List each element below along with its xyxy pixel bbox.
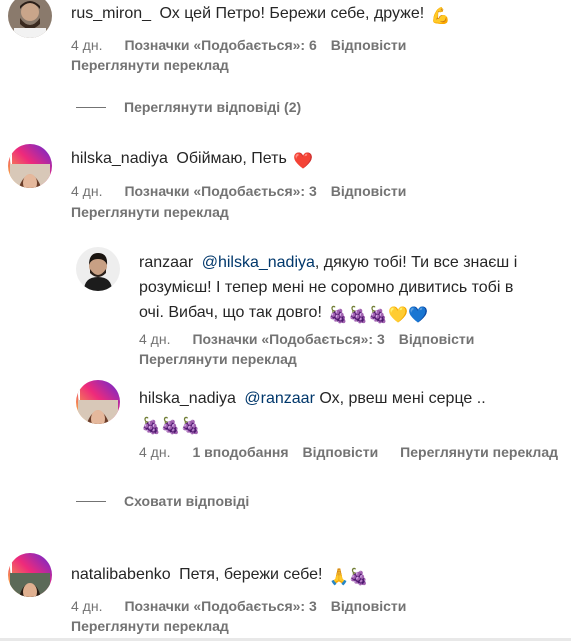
reply-button[interactable]: Відповісти (331, 597, 407, 615)
see-translation-button[interactable]: Переглянути переклад (139, 350, 297, 368)
likes-count[interactable]: Позначки «Подобається»: 3 (192, 330, 384, 348)
reply-button[interactable]: Відповісти (303, 443, 379, 461)
reply-body: Ох, рвеш мені серце .. (319, 390, 486, 407)
reply-button[interactable]: Відповісти (331, 182, 407, 200)
thread-line (76, 106, 106, 108)
view-replies-label: Переглянути відповіді (2) (124, 99, 302, 115)
reply-body-line3: очі. Вибач, що так довго! (139, 304, 322, 321)
woman-avatar-icon[interactable] (76, 380, 120, 424)
reply-text: ranzaar @hilska_nadiya, дякую тобі! Ти в… (139, 250, 559, 328)
reply-username[interactable]: hilska_nadiya (139, 390, 236, 407)
bearded-man-avatar-icon[interactable] (8, 0, 52, 38)
comment-time[interactable]: 4 дн. (71, 36, 102, 54)
reply-body-line2: розумієш! І тепер мені не соромно дивити… (139, 279, 514, 296)
comment-username[interactable]: natalibabenko (71, 566, 171, 583)
reply-time[interactable]: 4 дн. (139, 443, 170, 461)
comment-text: natalibabenko Петя, бережи себе! 🙏🍇 (71, 562, 369, 590)
comment-meta: 4 дн. Позначки «Подобається»: 3 Відповіс… (71, 182, 428, 200)
comment-time[interactable]: 4 дн. (71, 182, 102, 200)
grapes-emoji-icon: 🍇🍇🍇 (141, 418, 201, 435)
hide-replies-button[interactable]: Сховати відповіді (76, 493, 249, 509)
reply-text: hilska_nadiya @ranzaar Ох, рвеш мені сер… (139, 386, 539, 439)
mention-link[interactable]: @ranzaar (244, 390, 315, 407)
praying-hands-icon: 🙏🍇 (328, 569, 369, 586)
comment-meta: 4 дн. Позначки «Подобається»: 6 Відповіс… (71, 36, 428, 54)
likes-count[interactable]: Позначки «Подобається»: 3 (124, 597, 316, 615)
comment-body: Ох цей Петро! Бережи себе, друже! (159, 5, 425, 22)
man-dark-hair-avatar-icon[interactable] (76, 247, 120, 291)
likes-count[interactable]: 1 вподобання (192, 443, 288, 461)
comment-body: Обіймаю, Петь (176, 150, 287, 167)
heart-icon: ❤️ (293, 153, 314, 170)
reply-body-line1: , дякую тобі! Ти все знаєш і (314, 254, 518, 271)
reply-button[interactable]: Відповісти (331, 36, 407, 54)
see-translation-button[interactable]: Переглянути переклад (71, 56, 229, 74)
comment-body: Петя, бережи себе! (179, 566, 323, 583)
comment-text: rus_miron_ Ох цей Петро! Бережи себе, др… (71, 1, 451, 29)
see-translation-button[interactable]: Переглянути переклад (400, 443, 558, 461)
woman-dark-hair-avatar-icon[interactable] (8, 553, 52, 597)
likes-count[interactable]: Позначки «Подобається»: 3 (124, 182, 316, 200)
comment-username[interactable]: hilska_nadiya (71, 150, 168, 167)
reply-time[interactable]: 4 дн. (139, 330, 170, 348)
see-translation-button[interactable]: Переглянути переклад (71, 617, 229, 635)
mention-link[interactable]: @hilska_nadiya (202, 254, 315, 271)
comment-meta: 4 дн. Позначки «Подобається»: 3 Відповіс… (71, 597, 428, 615)
woman-avatar-icon[interactable] (8, 144, 52, 188)
comment-time[interactable]: 4 дн. (71, 597, 102, 615)
thread-line (76, 500, 106, 502)
hide-replies-label: Сховати відповіді (124, 493, 250, 509)
reply-button[interactable]: Відповісти (399, 330, 475, 348)
reply-meta: 4 дн. Позначки «Подобається»: 3 Відповіс… (139, 330, 496, 348)
reply-meta: 4 дн. 1 вподобання Відповісти Переглянут… (139, 443, 558, 461)
grapes-heart-emoji-icon: 🍇🍇🍇💛💙 (328, 307, 428, 324)
reply-username[interactable]: ranzaar (139, 254, 193, 271)
view-replies-button[interactable]: Переглянути відповіді (2) (76, 99, 301, 115)
see-translation-button[interactable]: Переглянути переклад (71, 203, 229, 221)
flexed-biceps-icon: 💪 (430, 8, 451, 25)
likes-count[interactable]: Позначки «Подобається»: 6 (124, 36, 316, 54)
comment-text: hilska_nadiya Обіймаю, Петь ❤️ (71, 146, 313, 174)
comment-username[interactable]: rus_miron_ (71, 5, 151, 22)
